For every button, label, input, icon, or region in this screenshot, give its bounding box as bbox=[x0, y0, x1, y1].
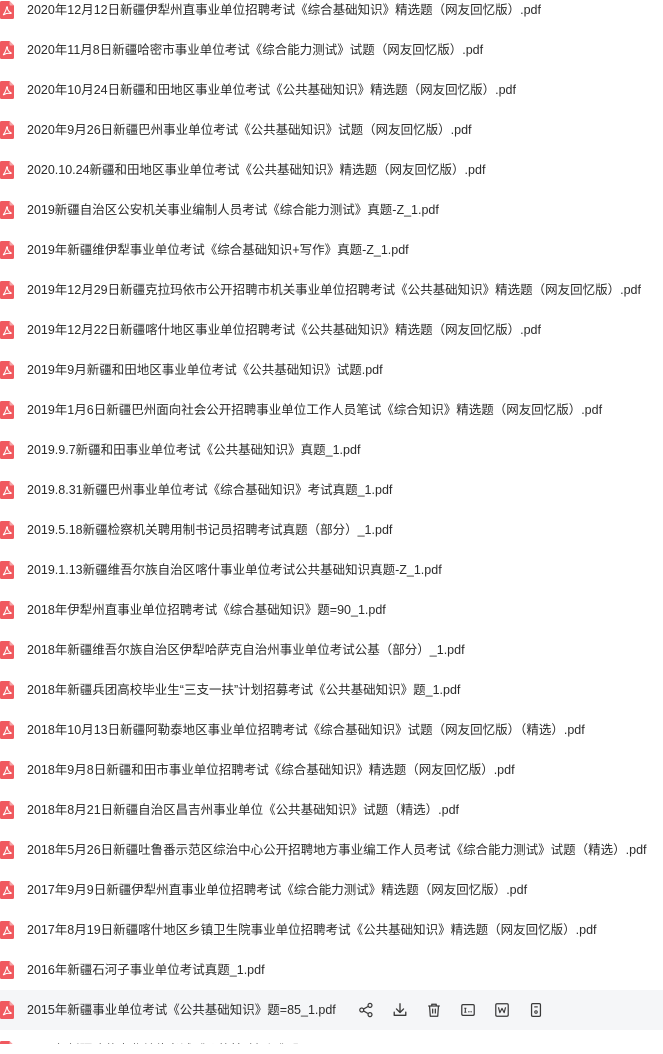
file-row[interactable]: 2018年5月26日新疆吐鲁番示范区综治中心公开招聘地方事业编工作人员考试《综合… bbox=[0, 830, 663, 870]
file-name[interactable]: 2019年新疆维伊犁事业单位考试《综合基础知识+写作》真题-Z_1.pdf bbox=[27, 230, 409, 270]
pdf-file-icon bbox=[0, 401, 14, 419]
file-name[interactable]: 2019年12月22日新疆喀什地区事业单位招聘考试《公共基础知识》精选题（网友回… bbox=[27, 310, 541, 350]
file-name[interactable]: 2015年新疆喀什事业单位考试《公共基础知识》题=70_1.pdf bbox=[27, 1030, 361, 1044]
rename-icon[interactable] bbox=[459, 1001, 477, 1019]
pdf-file-icon bbox=[0, 1041, 14, 1044]
file-name[interactable]: 2019新疆自治区公安机关事业编制人员考试《综合能力测试》真题-Z_1.pdf bbox=[27, 190, 439, 230]
word-convert-icon[interactable] bbox=[493, 1001, 511, 1019]
file-row[interactable]: 2019.8.31新疆巴州事业单位考试《综合基础知识》考试真题_1.pdf bbox=[0, 470, 663, 510]
file-name[interactable]: 2020年12月12日新疆伊犁州直事业单位招聘考试《综合基础知识》精选题（网友回… bbox=[27, 0, 541, 30]
file-name[interactable]: 2019.5.18新疆检察机关聘用制书记员招聘考试真题（部分）_1.pdf bbox=[27, 510, 392, 550]
file-row[interactable]: 2017年8月19日新疆喀什地区乡镇卫生院事业单位招聘考试《公共基础知识》精选题… bbox=[0, 910, 663, 950]
pdf-file-icon bbox=[0, 1, 14, 19]
pdf-file-icon bbox=[0, 321, 14, 339]
pdf-file-icon bbox=[0, 41, 14, 59]
file-name[interactable]: 2018年9月8日新疆和田市事业单位招聘考试《综合基础知识》精选题（网友回忆版）… bbox=[27, 750, 515, 790]
file-row[interactable]: 2019年12月29日新疆克拉玛依市公开招聘市机关事业单位招聘考试《公共基础知识… bbox=[0, 270, 663, 310]
file-row[interactable]: 2020年9月26日新疆巴州事业单位考试《公共基础知识》试题（网友回忆版）.pd… bbox=[0, 110, 663, 150]
file-name[interactable]: 2017年8月19日新疆喀什地区乡镇卫生院事业单位招聘考试《公共基础知识》精选题… bbox=[27, 910, 597, 950]
file-row[interactable]: 2019年1月6日新疆巴州面向社会公开招聘事业单位工作人员笔试《综合知识》精选题… bbox=[0, 390, 663, 430]
file-name[interactable]: 2020年9月26日新疆巴州事业单位考试《公共基础知识》试题（网友回忆版）.pd… bbox=[27, 110, 472, 150]
file-row[interactable]: 2020年11月8日新疆哈密市事业单位考试《综合能力测试》试题（网友回忆版）.p… bbox=[0, 30, 663, 70]
pdf-file-icon bbox=[0, 641, 14, 659]
pdf-file-icon bbox=[0, 241, 14, 259]
pdf-file-icon bbox=[0, 961, 14, 979]
file-row[interactable]: 2018年新疆维吾尔族自治区伊犁哈萨克自治州事业单位考试公基（部分）_1.pdf bbox=[0, 630, 663, 670]
file-name[interactable]: 2019年12月29日新疆克拉玛依市公开招聘市机关事业单位招聘考试《公共基础知识… bbox=[27, 270, 641, 310]
share-icon[interactable] bbox=[357, 1001, 375, 1019]
file-row[interactable]: 2019.1.13新疆维吾尔族自治区喀什事业单位考试公共基础知识真题-Z_1.p… bbox=[0, 550, 663, 590]
file-row[interactable]: 2019新疆自治区公安机关事业编制人员考试《综合能力测试》真题-Z_1.pdf bbox=[0, 190, 663, 230]
pdf-file-icon bbox=[0, 161, 14, 179]
file-row[interactable]: 2018年8月21日新疆自治区昌吉州事业单位《公共基础知识》试题（精选）.pdf bbox=[0, 790, 663, 830]
pdf-file-icon bbox=[0, 201, 14, 219]
file-name[interactable]: 2018年新疆维吾尔族自治区伊犁哈萨克自治州事业单位考试公基（部分）_1.pdf bbox=[27, 630, 465, 670]
file-name[interactable]: 2019.8.31新疆巴州事业单位考试《综合基础知识》考试真题_1.pdf bbox=[27, 470, 392, 510]
pdf-file-icon bbox=[0, 561, 14, 579]
file-row[interactable]: 2018年9月8日新疆和田市事业单位招聘考试《综合基础知识》精选题（网友回忆版）… bbox=[0, 750, 663, 790]
download-icon[interactable] bbox=[391, 1001, 409, 1019]
pdf-file-icon bbox=[0, 761, 14, 779]
file-row[interactable]: 2017年9月9日新疆伊犁州直事业单位招聘考试《综合能力测试》精选题（网友回忆版… bbox=[0, 870, 663, 910]
pdf-file-icon bbox=[0, 481, 14, 499]
pdf-file-icon bbox=[0, 681, 14, 699]
file-list: 2020年12月12日新疆伊犁州直事业单位招聘考试《综合基础知识》精选题（网友回… bbox=[0, 0, 663, 1044]
pdf-file-icon bbox=[0, 521, 14, 539]
more-icon[interactable] bbox=[527, 1001, 545, 1019]
pdf-file-icon bbox=[0, 121, 14, 139]
file-row[interactable]: 2020年12月12日新疆伊犁州直事业单位招聘考试《综合基础知识》精选题（网友回… bbox=[0, 0, 663, 30]
pdf-file-icon bbox=[0, 841, 14, 859]
row-actions bbox=[357, 990, 561, 1030]
pdf-file-icon bbox=[0, 921, 14, 939]
file-name[interactable]: 2019.1.13新疆维吾尔族自治区喀什事业单位考试公共基础知识真题-Z_1.p… bbox=[27, 550, 442, 590]
pdf-file-icon bbox=[0, 601, 14, 619]
file-name[interactable]: 2018年新疆兵团高校毕业生“三支一扶”计划招募考试《公共基础知识》题_1.pd… bbox=[27, 670, 460, 710]
file-name[interactable]: 2019.9.7新疆和田事业单位考试《公共基础知识》真题_1.pdf bbox=[27, 430, 360, 470]
file-name[interactable]: 2018年伊犁州直事业单位招聘考试《综合基础知识》题=90_1.pdf bbox=[27, 590, 386, 630]
file-row[interactable]: 2018年新疆兵团高校毕业生“三支一扶”计划招募考试《公共基础知识》题_1.pd… bbox=[0, 670, 663, 710]
file-row[interactable]: 2015年新疆喀什事业单位考试《公共基础知识》题=70_1.pdf bbox=[0, 1030, 663, 1044]
file-name[interactable]: 2015年新疆事业单位考试《公共基础知识》题=85_1.pdf bbox=[27, 990, 336, 1030]
file-name[interactable]: 2016年新疆石河子事业单位考试真题_1.pdf bbox=[27, 950, 265, 990]
file-row[interactable]: 2019.5.18新疆检察机关聘用制书记员招聘考试真题（部分）_1.pdf bbox=[0, 510, 663, 550]
file-row[interactable]: 2018年伊犁州直事业单位招聘考试《综合基础知识》题=90_1.pdf bbox=[0, 590, 663, 630]
file-row[interactable]: 2016年新疆石河子事业单位考试真题_1.pdf bbox=[0, 950, 663, 990]
file-row[interactable]: 2019.9.7新疆和田事业单位考试《公共基础知识》真题_1.pdf bbox=[0, 430, 663, 470]
file-row[interactable]: 2020.10.24新疆和田地区事业单位考试《公共基础知识》精选题（网友回忆版）… bbox=[0, 150, 663, 190]
file-name[interactable]: 2017年9月9日新疆伊犁州直事业单位招聘考试《综合能力测试》精选题（网友回忆版… bbox=[27, 870, 527, 910]
pdf-file-icon bbox=[0, 1001, 14, 1019]
file-name[interactable]: 2020年10月24日新疆和田地区事业单位考试《公共基础知识》精选题（网友回忆版… bbox=[27, 70, 516, 110]
pdf-file-icon bbox=[0, 361, 14, 379]
file-row[interactable]: 2020年10月24日新疆和田地区事业单位考试《公共基础知识》精选题（网友回忆版… bbox=[0, 70, 663, 110]
delete-icon[interactable] bbox=[425, 1001, 443, 1019]
pdf-file-icon bbox=[0, 881, 14, 899]
pdf-file-icon bbox=[0, 721, 14, 739]
file-row[interactable]: 2019年新疆维伊犁事业单位考试《综合基础知识+写作》真题-Z_1.pdf bbox=[0, 230, 663, 270]
file-row[interactable]: 2015年新疆事业单位考试《公共基础知识》题=85_1.pdf bbox=[0, 990, 663, 1030]
file-name[interactable]: 2020年11月8日新疆哈密市事业单位考试《综合能力测试》试题（网友回忆版）.p… bbox=[27, 30, 483, 70]
file-name[interactable]: 2019年1月6日新疆巴州面向社会公开招聘事业单位工作人员笔试《综合知识》精选题… bbox=[27, 390, 602, 430]
file-row[interactable]: 2018年10月13日新疆阿勒泰地区事业单位招聘考试《综合基础知识》试题（网友回… bbox=[0, 710, 663, 750]
file-name[interactable]: 2018年5月26日新疆吐鲁番示范区综治中心公开招聘地方事业编工作人员考试《综合… bbox=[27, 830, 647, 870]
pdf-file-icon bbox=[0, 801, 14, 819]
pdf-file-icon bbox=[0, 281, 14, 299]
file-row[interactable]: 2019年9月新疆和田地区事业单位考试《公共基础知识》试题.pdf bbox=[0, 350, 663, 390]
file-name[interactable]: 2018年10月13日新疆阿勒泰地区事业单位招聘考试《综合基础知识》试题（网友回… bbox=[27, 710, 585, 750]
file-name[interactable]: 2020.10.24新疆和田地区事业单位考试《公共基础知识》精选题（网友回忆版）… bbox=[27, 150, 485, 190]
pdf-file-icon bbox=[0, 441, 14, 459]
file-row[interactable]: 2019年12月22日新疆喀什地区事业单位招聘考试《公共基础知识》精选题（网友回… bbox=[0, 310, 663, 350]
file-name[interactable]: 2018年8月21日新疆自治区昌吉州事业单位《公共基础知识》试题（精选）.pdf bbox=[27, 790, 459, 830]
pdf-file-icon bbox=[0, 81, 14, 99]
file-name[interactable]: 2019年9月新疆和田地区事业单位考试《公共基础知识》试题.pdf bbox=[27, 350, 383, 390]
